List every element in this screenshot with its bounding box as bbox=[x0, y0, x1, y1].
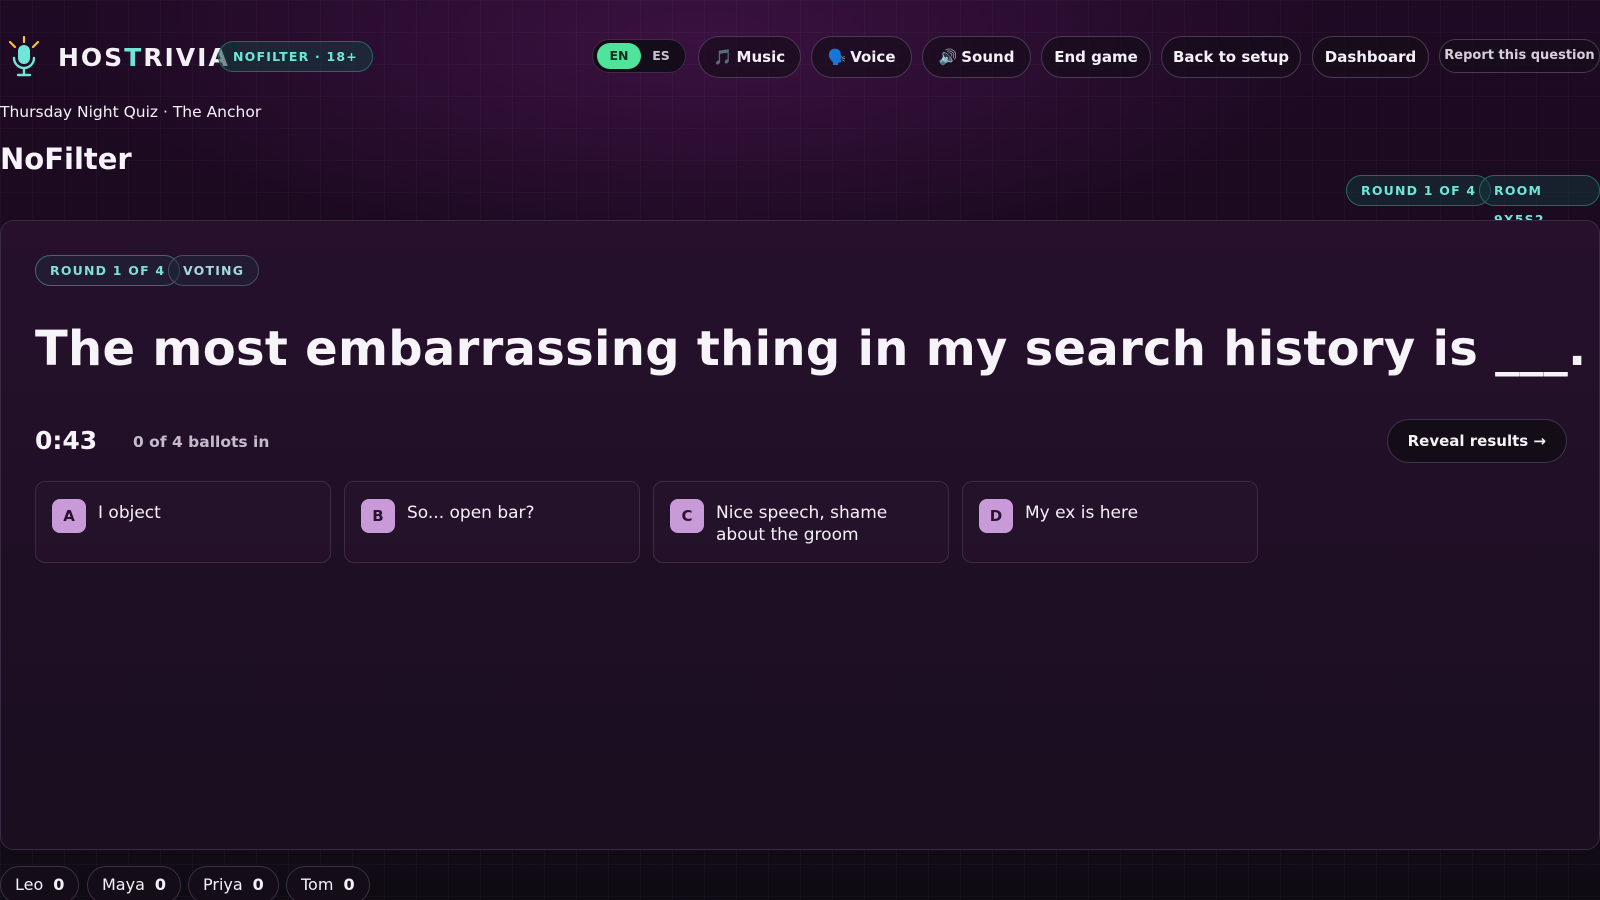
player-score-chip: Leo 0 bbox=[0, 866, 80, 900]
question-card: ROUND 1 OF 4 VOTING The most embarrassin… bbox=[0, 220, 1600, 850]
player-score-chip: Tom 0 bbox=[286, 866, 370, 900]
microphone-icon bbox=[8, 36, 40, 77]
round-indicator: ROUND 1 OF 4 bbox=[1346, 175, 1492, 206]
language-es[interactable]: ES bbox=[639, 43, 683, 69]
event-name: Thursday Night Quiz · The Anchor bbox=[0, 103, 262, 121]
music-icon: 🎵 bbox=[713, 48, 733, 66]
player-name: Maya bbox=[102, 875, 145, 894]
player-score: 0 bbox=[154, 875, 167, 894]
logo-wordmark: HOSTRIVIA bbox=[58, 42, 230, 72]
round-badge: ROUND 1 OF 4 bbox=[35, 255, 181, 286]
player-score: 0 bbox=[343, 875, 355, 894]
answer-text: Nice speech, shame about the groom bbox=[716, 503, 888, 545]
player-name: Tom bbox=[301, 875, 334, 894]
dashboard-button[interactable]: Dashboard bbox=[1312, 36, 1429, 78]
sound-button[interactable]: 🔊 Sound bbox=[922, 36, 1031, 78]
answer-letter: C bbox=[670, 499, 704, 533]
music-button[interactable]: 🎵 Music bbox=[698, 36, 801, 78]
answer-option-d[interactable]: D My ex is here bbox=[962, 481, 1258, 563]
reveal-results-button[interactable]: Reveal results → bbox=[1386, 419, 1567, 463]
player-score: 0 bbox=[53, 875, 65, 894]
answer-option-b[interactable]: B So... open bar? bbox=[344, 481, 640, 563]
page-title: NoFilter bbox=[0, 142, 132, 176]
back-to-setup-button[interactable]: Back to setup bbox=[1161, 36, 1301, 78]
speaking-head-icon: 🗣️ bbox=[827, 48, 847, 66]
answer-text: I object bbox=[98, 503, 161, 523]
voice-button[interactable]: 🗣️ Voice bbox=[811, 36, 912, 78]
report-question-button[interactable]: Report this question bbox=[1439, 39, 1600, 73]
player-score-chip: Maya 0 bbox=[87, 866, 182, 900]
answer-letter: B bbox=[361, 499, 395, 533]
player-score: 0 bbox=[252, 875, 264, 894]
player-name: Priya bbox=[203, 875, 243, 894]
speaker-icon: 🔊 bbox=[938, 48, 958, 66]
language-en[interactable]: EN bbox=[597, 43, 641, 69]
phase-badge: VOTING bbox=[168, 255, 260, 286]
player-score-chip: Priya 0 bbox=[188, 866, 279, 900]
answer-option-a[interactable]: A I object bbox=[35, 481, 331, 563]
answer-text: My ex is here bbox=[1025, 503, 1139, 523]
room-code: ROOM 9X5S2 bbox=[1479, 175, 1600, 227]
answer-letter: D bbox=[979, 499, 1013, 533]
answer-option-c[interactable]: C Nice speech, shame about the groom bbox=[653, 481, 949, 563]
top-bar: HOSTRIVIA NOFILTER · 18+ EN ES 🎵 Music 🗣️… bbox=[0, 32, 1600, 82]
logo[interactable]: HOSTRIVIA bbox=[6, 36, 230, 78]
answer-letter: A bbox=[52, 499, 86, 533]
mode-tag: NOFILTER · 18+ bbox=[218, 41, 373, 72]
end-game-button[interactable]: End game bbox=[1041, 36, 1151, 78]
question-text: The most embarrassing thing in my search… bbox=[35, 321, 1587, 377]
language-toggle[interactable]: EN ES bbox=[592, 39, 686, 73]
ballot-count: 0 of 4 ballots in bbox=[133, 433, 270, 451]
answer-text: So... open bar? bbox=[407, 503, 535, 523]
countdown-timer: 0:43 bbox=[35, 426, 98, 455]
player-name: Leo bbox=[15, 875, 44, 894]
